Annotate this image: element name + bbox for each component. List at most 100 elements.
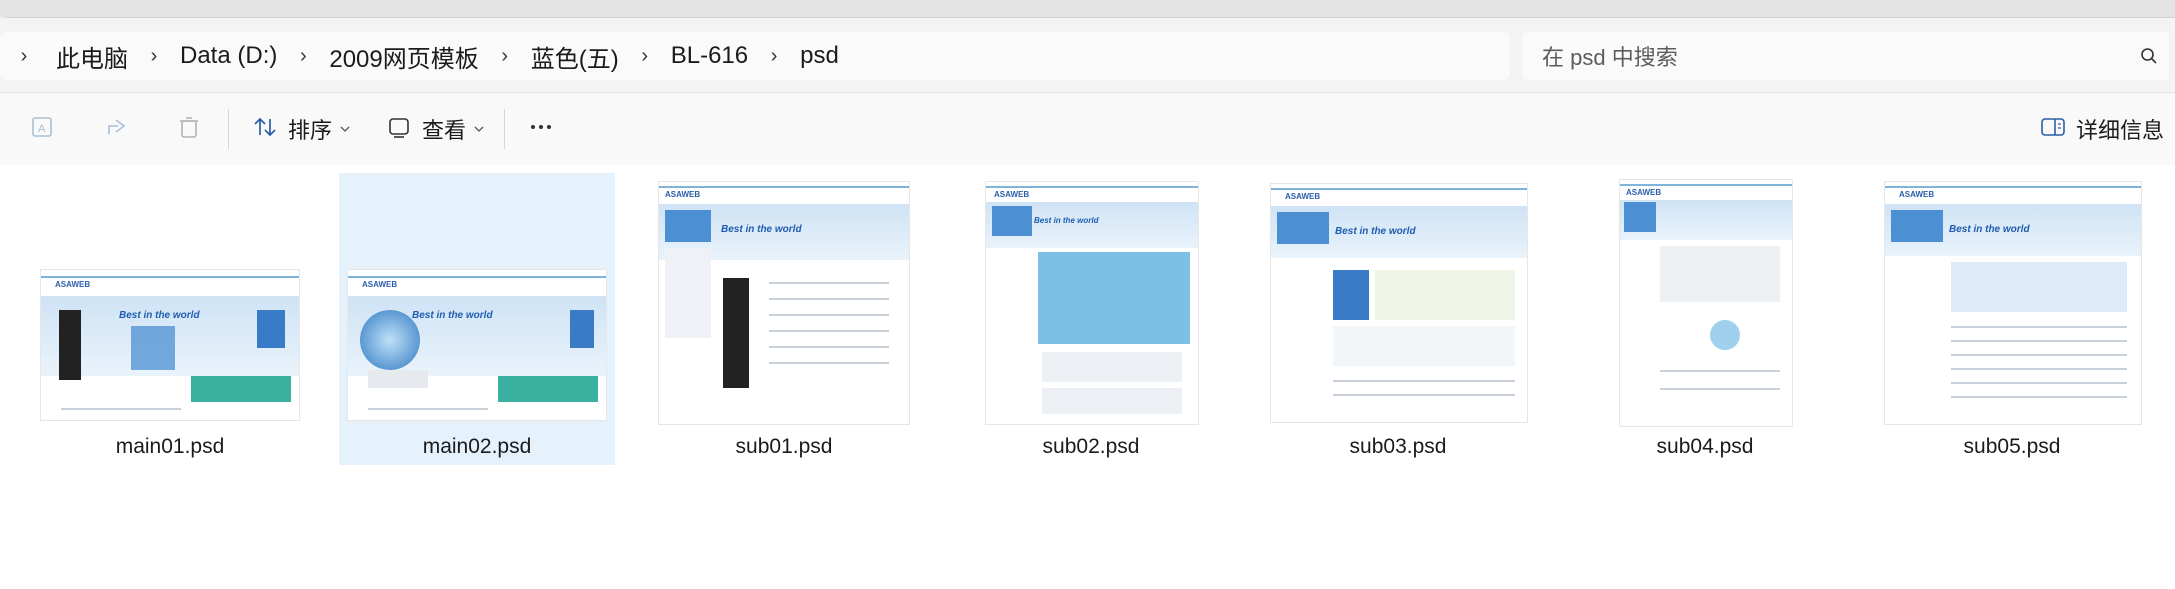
thumb-table-row <box>1951 326 2127 328</box>
thumb-section-title-box <box>1277 212 1329 244</box>
thumb-header-line <box>659 186 909 188</box>
thumb-header-line <box>348 276 606 278</box>
more-icon <box>528 114 554 145</box>
command-bar: A 排序 查看 详细信息 <box>0 92 2175 166</box>
thumb-text-line <box>1660 388 1780 390</box>
thumb-logo: ASAWEB <box>1285 192 1321 201</box>
thumb-logo: ASAWEB <box>1626 188 1662 197</box>
view-button[interactable]: 查看 <box>386 93 484 165</box>
thumb-footer-line <box>368 408 488 410</box>
view-icon <box>386 114 412 145</box>
file-name: main01.psd <box>115 435 225 458</box>
thumb-laptop-graphic <box>368 370 428 388</box>
rename-button[interactable]: A <box>30 93 56 165</box>
thumb-banner-text: Best in the world <box>1034 216 1099 225</box>
thumbnail-sub05: ASAWEB Best in the world <box>1884 181 2142 425</box>
file-item-sub04[interactable]: ASAWEB sub04.psd <box>1567 173 1843 465</box>
thumb-product-banner <box>1038 252 1190 344</box>
chevron-right-icon[interactable]: › <box>12 45 36 68</box>
trash-icon <box>176 114 202 145</box>
breadcrumb-this-pc[interactable]: 此电脑 <box>36 39 142 74</box>
search-box[interactable]: 在 psd 中搜索 <box>1522 32 2169 80</box>
thumb-text-line <box>769 314 889 316</box>
breadcrumb-bl-616[interactable]: BL-616 <box>657 42 762 70</box>
thumb-table-row <box>1951 382 2127 384</box>
file-item-main01[interactable]: ASAWEB Best in the world main01.psd <box>32 173 308 465</box>
breadcrumb-blue-five[interactable]: 蓝色(五) <box>517 39 633 74</box>
file-item-sub01[interactable]: ASAWEB Best in the world sub01.psd <box>646 173 922 465</box>
thumb-banner-text: Best in the world <box>1335 226 1416 237</box>
sort-icon <box>252 114 278 145</box>
file-list-area: ASAWEB Best in the world main01.psd ASAW… <box>0 165 2175 589</box>
thumb-diagram-box <box>1660 246 1780 302</box>
thumbnail-sub04: ASAWEB <box>1619 179 1793 427</box>
details-pane-icon <box>2040 114 2066 145</box>
thumbnail-main01: ASAWEB Best in the world <box>40 269 300 421</box>
breadcrumb-templates-2009[interactable]: 2009网页模板 <box>315 39 492 74</box>
breadcrumb-data-drive[interactable]: Data (D:) <box>166 42 291 70</box>
thumb-table-row <box>1951 354 2127 356</box>
search-icon[interactable] <box>2129 47 2169 65</box>
file-item-main02[interactable]: ASAWEB Best in the world main02.psd <box>339 173 615 465</box>
thumb-text-line <box>769 282 889 284</box>
thumb-promo-box <box>498 376 598 402</box>
file-item-sub05[interactable]: ASAWEB Best in the world sub05.psd <box>1874 173 2150 465</box>
chevron-right-icon[interactable]: › <box>291 45 315 68</box>
toolbar-divider <box>504 109 505 149</box>
thumb-person-figure <box>723 278 749 388</box>
file-name: sub04.psd <box>1656 435 1754 458</box>
file-item-sub03[interactable]: ASAWEB Best in the world sub03.psd <box>1260 173 1536 465</box>
thumb-logo: ASAWEB <box>665 190 701 199</box>
thumb-logo: ASAWEB <box>1899 190 1935 199</box>
tab-edge <box>0 0 2175 18</box>
share-button[interactable] <box>104 93 130 165</box>
thumb-circle-graphic <box>1710 320 1740 350</box>
thumbnail-sub01: ASAWEB Best in the world <box>658 181 910 425</box>
toolbar-divider <box>228 109 229 149</box>
delete-button[interactable] <box>176 93 202 165</box>
thumb-footer-line <box>61 408 181 410</box>
details-pane-button[interactable]: 详细信息 <box>2040 93 2164 165</box>
search-input[interactable]: 在 psd 中搜索 <box>1522 40 2129 72</box>
thumb-banner-text: Best in the world <box>119 310 200 321</box>
thumb-logo: ASAWEB <box>362 280 398 289</box>
thumb-logo: ASAWEB <box>55 280 91 289</box>
thumb-section-title-box <box>992 206 1032 236</box>
chevron-right-icon[interactable]: › <box>142 45 166 68</box>
file-name: sub02.psd <box>1042 435 1140 458</box>
more-options-button[interactable] <box>528 93 554 165</box>
thumb-faq-list <box>1375 270 1515 320</box>
thumb-text-line <box>769 362 889 364</box>
chevron-right-icon[interactable]: › <box>633 45 657 68</box>
thumb-promo-box <box>191 376 291 402</box>
rename-icon: A <box>30 114 56 145</box>
thumb-text-line <box>1660 370 1780 372</box>
thumb-banner-text: Best in the world <box>412 310 493 321</box>
chevron-right-icon[interactable]: › <box>493 45 517 68</box>
thumb-banner-text: Best in the world <box>1949 224 2030 235</box>
thumbnail-sub02: ASAWEB Best in the world <box>985 181 1199 425</box>
thumb-text-line <box>769 346 889 348</box>
thumb-text-line <box>1333 394 1515 396</box>
thumb-side-menu <box>665 248 711 338</box>
thumb-table-row <box>1951 368 2127 370</box>
title-bar-strip <box>0 0 2175 18</box>
breadcrumb-psd[interactable]: psd <box>786 42 853 70</box>
thumb-product-row <box>1042 388 1182 414</box>
thumb-customer-center <box>1333 326 1515 366</box>
thumb-table-row <box>1951 340 2127 342</box>
thumb-section-title-box <box>1891 210 1943 242</box>
thumb-person-figure <box>59 310 81 380</box>
thumb-header-line <box>1620 184 1792 186</box>
chevron-right-icon[interactable]: › <box>762 45 786 68</box>
chevron-down-icon <box>474 120 484 138</box>
sort-button[interactable]: 排序 <box>252 93 350 165</box>
address-bar[interactable]: › 此电脑 › Data (D:) › 2009网页模板 › 蓝色(五) › B… <box>0 32 1510 80</box>
thumb-text-line <box>769 330 889 332</box>
thumb-faq-box <box>1333 270 1369 320</box>
details-label: 详细信息 <box>2076 118 2165 143</box>
thumbnail-sub03: ASAWEB Best in the world <box>1270 183 1528 423</box>
thumb-logo: ASAWEB <box>994 190 1030 199</box>
thumb-side-panel <box>257 310 285 348</box>
file-item-sub02[interactable]: ASAWEB Best in the world sub02.psd <box>953 173 1229 465</box>
